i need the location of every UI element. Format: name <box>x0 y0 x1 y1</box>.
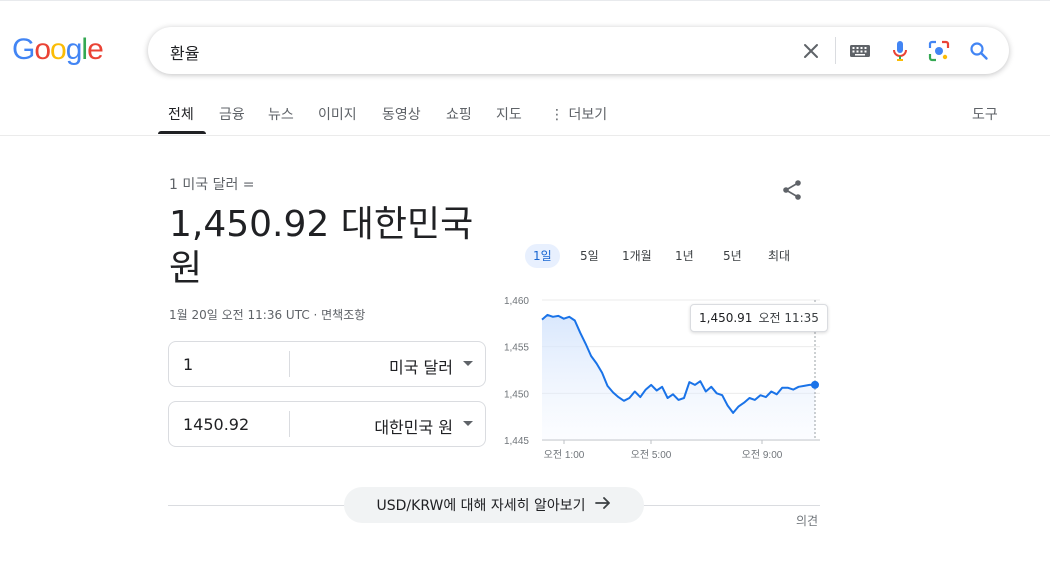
from-amount-input[interactable]: 1 <box>183 355 193 374</box>
disclaimer-link[interactable]: 면책조항 <box>321 308 365 322</box>
microphone-icon[interactable] <box>888 39 912 63</box>
active-tab-indicator <box>158 131 206 134</box>
tab-more[interactable]: ⋮ 더보기 <box>550 104 607 124</box>
search-box[interactable]: 환율 <box>148 27 1009 74</box>
x-tick-label: 오전 5:00 <box>631 449 672 461</box>
range-5y[interactable]: 5년 <box>715 244 750 268</box>
top-divider <box>0 0 1050 1</box>
tooltip-time: 오전 11:35 <box>758 311 819 325</box>
clear-icon[interactable] <box>799 39 823 63</box>
x-tick-label: 오전 9:00 <box>742 449 783 461</box>
y-tick-label: 1,450 <box>504 389 529 400</box>
y-tick-label: 1,445 <box>504 436 529 447</box>
x-tick-label: 오전 1:00 <box>544 449 585 461</box>
area-fill <box>542 314 815 440</box>
chart-tooltip: 1,450.91 오전 11:35 <box>690 304 828 332</box>
learn-more-label: USD/KRW에 대해 자세히 알아보기 <box>376 498 586 514</box>
y-tick-label: 1,460 <box>504 296 529 307</box>
search-icon[interactable] <box>967 39 991 63</box>
current-point <box>811 380 819 389</box>
dropdown-arrow-icon[interactable] <box>463 421 473 426</box>
search-tabs: 전체 금융 뉴스 이미지 동영상 쇼핑 지도 ⋮ 더보기 도구 <box>0 96 1050 136</box>
range-max[interactable]: 최대 <box>760 244 798 268</box>
tab-images[interactable]: 이미지 <box>318 104 357 124</box>
dropdown-arrow-icon[interactable] <box>463 361 473 366</box>
arrow-right-icon <box>595 496 611 514</box>
keyboard-icon[interactable] <box>848 39 872 63</box>
learn-more-button[interactable]: USD/KRW에 대해 자세히 알아보기 <box>344 487 644 523</box>
range-5d[interactable]: 5일 <box>572 244 607 268</box>
field-divider <box>289 351 290 377</box>
y-tick-label: 1,455 <box>504 343 529 354</box>
timestamp: 1월 20일 오전 11:36 UTC · 면책조항 <box>169 306 365 323</box>
from-currency-select[interactable]: 미국 달러 <box>389 354 453 378</box>
to-currency-row: 1450.92 대한민국 원 <box>168 401 486 447</box>
tab-videos[interactable]: 동영상 <box>382 104 421 124</box>
range-1y[interactable]: 1년 <box>667 244 702 268</box>
field-divider <box>289 411 290 437</box>
result-number: 1,450.92 <box>169 204 330 245</box>
tab-all[interactable]: 전체 <box>168 104 194 124</box>
share-icon[interactable] <box>780 178 804 202</box>
to-currency-select[interactable]: 대한민국 원 <box>374 414 453 438</box>
converted-value: 1,450.92 대한민국 원 <box>169 203 489 291</box>
tools-button[interactable]: 도구 <box>972 104 998 124</box>
timestamp-text: 1월 20일 오전 11:36 UTC · <box>169 308 322 322</box>
to-amount-input[interactable]: 1450.92 <box>183 415 249 434</box>
more-vert-icon: ⋮ <box>550 107 564 123</box>
feedback-link[interactable]: 의견 <box>796 512 818 529</box>
search-input[interactable]: 환율 <box>170 40 199 64</box>
tab-maps[interactable]: 지도 <box>496 104 522 124</box>
lens-icon[interactable] <box>927 39 951 63</box>
tab-news[interactable]: 뉴스 <box>268 104 294 124</box>
range-1d[interactable]: 1일 <box>525 244 560 268</box>
tab-shopping[interactable]: 쇼핑 <box>446 104 472 124</box>
tooltip-value: 1,450.91 <box>699 311 753 325</box>
range-1m[interactable]: 1개월 <box>614 244 660 268</box>
tab-finance[interactable]: 금융 <box>219 104 245 124</box>
search-divider <box>835 37 836 64</box>
from-label: 1 미국 달러 = <box>169 177 255 193</box>
google-logo[interactable]: Google <box>12 33 104 67</box>
tab-more-label: 더보기 <box>568 107 608 123</box>
from-currency-row: 1 미국 달러 <box>168 341 486 387</box>
